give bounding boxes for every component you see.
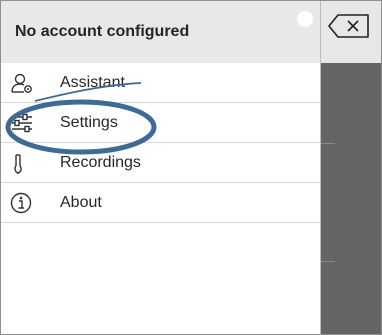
menu-label: Recordings — [60, 154, 141, 171]
background-divider — [321, 261, 335, 262]
menu-item-about[interactable]: About — [1, 183, 320, 223]
navigation-drawer: No account configured Assistant Settings… — [1, 1, 321, 334]
menu-label: Settings — [60, 114, 118, 131]
close-drawer-icon[interactable] — [326, 11, 372, 41]
menu-item-assistant[interactable]: Assistant — [1, 63, 320, 103]
drawer-menu: Assistant Settings Recordings About — [1, 63, 320, 223]
menu-item-recordings[interactable]: Recordings — [1, 143, 320, 183]
menu-item-settings[interactable]: Settings — [1, 103, 320, 143]
status-dot — [297, 11, 313, 27]
assistant-user-gear-icon — [11, 73, 32, 93]
drawer-header: No account configured — [1, 1, 320, 63]
settings-sliders-icon — [12, 113, 32, 133]
menu-label: Assistant — [60, 74, 125, 91]
info-icon — [10, 192, 32, 214]
account-status-title: No account configured — [15, 23, 190, 40]
menu-label: About — [60, 194, 102, 211]
app-window: No account configured Assistant Settings… — [0, 0, 382, 335]
recordings-microphone-icon — [14, 154, 22, 174]
background-divider — [321, 143, 335, 144]
dimmed-background[interactable] — [321, 1, 381, 334]
